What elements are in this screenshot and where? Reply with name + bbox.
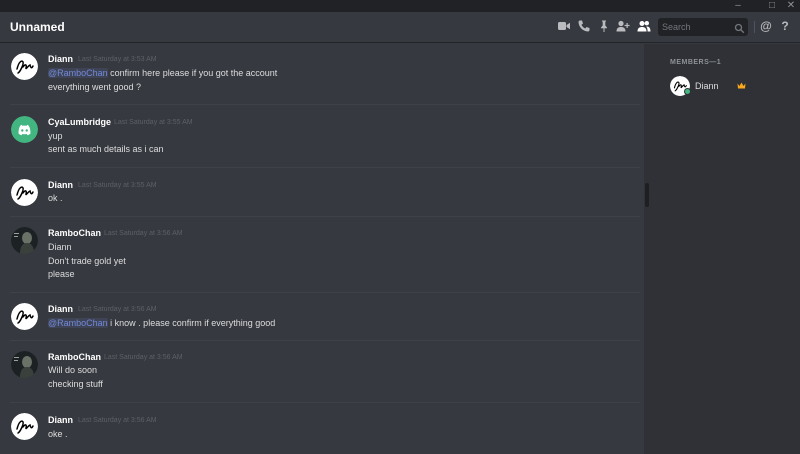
message-author[interactable]: Diann — [48, 180, 73, 190]
crown-icon — [737, 82, 746, 89]
members-sidebar: MEMBERS—1 Diann — [650, 44, 800, 454]
message-text: yup — [48, 131, 63, 141]
user-mention[interactable]: @RamboChan — [48, 318, 108, 328]
pin-icon[interactable] — [597, 19, 611, 33]
mentions-icon[interactable]: @ — [759, 18, 773, 34]
message-timestamp: Last Saturday at 3:56 AM — [78, 417, 157, 424]
message-text: Don't trade gold yet — [48, 256, 126, 266]
message-divider — [10, 216, 640, 217]
message-text: please — [48, 269, 75, 279]
diann-avatar[interactable] — [11, 53, 38, 80]
video-call-icon[interactable] — [557, 19, 571, 33]
message-divider — [10, 104, 640, 105]
message-divider — [10, 167, 640, 168]
channel-header: Unnamed @ ? — [0, 12, 800, 43]
message-timestamp: Last Saturday at 3:55 AM — [114, 119, 193, 126]
message-text: oke . — [48, 429, 68, 439]
message-text: Diann — [48, 242, 72, 252]
message-author[interactable]: CyaLumbridge — [48, 117, 111, 127]
minimize-button[interactable]: – — [729, 0, 747, 12]
header-divider — [754, 21, 755, 33]
diann-avatar[interactable] — [11, 179, 38, 206]
message-text: everything went good ? — [48, 82, 142, 92]
diann-avatar[interactable] — [11, 413, 38, 440]
message-timestamp: Last Saturday at 3:53 AM — [78, 56, 157, 63]
message-divider — [10, 402, 640, 403]
message-text: ok . — [48, 193, 63, 203]
message-timestamp: Last Saturday at 3:56 AM — [104, 354, 183, 361]
message-list[interactable]: Diann Last Saturday at 3:53 AM @RamboCha… — [0, 44, 644, 454]
scrollbar-thumb[interactable] — [645, 183, 649, 207]
rambochan-avatar[interactable] — [11, 351, 38, 378]
diann-avatar[interactable] — [11, 303, 38, 330]
rambochan-avatar[interactable] — [11, 227, 38, 254]
message-author[interactable]: Diann — [48, 54, 73, 64]
online-status-icon — [684, 88, 691, 95]
member-name: Diann — [695, 81, 719, 91]
message-timestamp: Last Saturday at 3:56 AM — [104, 230, 183, 237]
message-author[interactable]: Diann — [48, 304, 73, 314]
message-author[interactable]: Diann — [48, 415, 73, 425]
members-list-icon[interactable] — [637, 19, 651, 33]
close-button[interactable]: ✕ — [782, 0, 800, 12]
help-icon[interactable]: ? — [779, 18, 791, 34]
channel-title: Unnamed — [10, 20, 65, 34]
message-text: checking stuff — [48, 379, 103, 389]
add-friend-icon[interactable] — [616, 19, 630, 33]
search-box[interactable] — [658, 18, 748, 36]
member-item[interactable]: Diann — [666, 74, 786, 98]
message-text: Will do soon — [48, 365, 98, 375]
window-titlebar: – □ ✕ — [0, 0, 800, 12]
message-divider — [10, 340, 640, 341]
search-icon — [734, 21, 745, 34]
message-text: @RamboChan i know . please confirm if ev… — [48, 318, 276, 328]
discord-default-avatar[interactable] — [11, 116, 38, 143]
message-author[interactable]: RamboChan — [48, 228, 101, 238]
members-heading: MEMBERS—1 — [670, 59, 722, 66]
voice-call-icon[interactable] — [577, 19, 591, 33]
message-timestamp: Last Saturday at 3:55 AM — [78, 182, 157, 189]
message-text: sent as much details as i can — [48, 144, 164, 154]
search-input[interactable] — [662, 20, 732, 34]
message-divider — [10, 292, 640, 293]
message-author[interactable]: RamboChan — [48, 352, 101, 362]
user-mention[interactable]: @RamboChan — [48, 68, 108, 78]
maximize-button[interactable]: □ — [763, 0, 781, 12]
message-timestamp: Last Saturday at 3:56 AM — [78, 306, 157, 313]
message-text: @RamboChan confirm here please if you go… — [48, 68, 278, 78]
